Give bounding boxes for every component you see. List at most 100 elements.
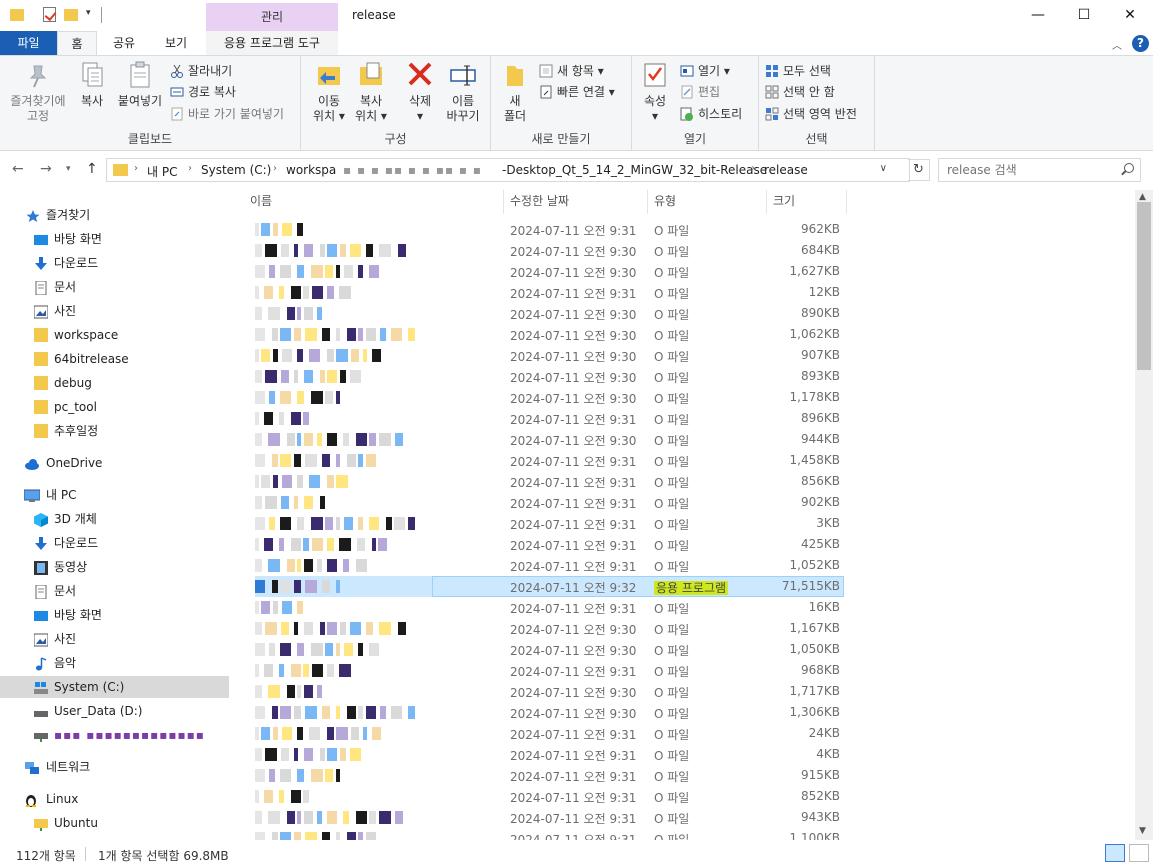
easy-access-button[interactable]: 빠른 연결 ▾: [539, 82, 615, 102]
new-folder-quick-icon[interactable]: [64, 9, 78, 21]
up-arrow-icon[interactable]: ↑: [86, 161, 98, 177]
nav-3d-objects[interactable]: 3D 개체: [0, 508, 232, 530]
table-row[interactable]: 2024-07-11 오전 9:31 O 파일 4KB: [245, 744, 1133, 765]
table-row[interactable]: 2024-07-11 오전 9:30 O 파일 893KB: [245, 366, 1133, 387]
search-input[interactable]: [939, 159, 1109, 181]
column-date[interactable]: 수정한 날짜: [510, 192, 569, 209]
nav-pc-tool[interactable]: pc_tool: [0, 396, 232, 418]
table-row[interactable]: 2024-07-11 오전 9:31 O 파일 16KB: [245, 597, 1133, 618]
new-folder-button[interactable]: 새 폴더: [497, 60, 533, 124]
nav-redacted-drive[interactable]: ▪▪▪ ▪▪▪▪▪▪▪▪▪▪▪▪▪: [0, 724, 232, 746]
nav-64bitrelease[interactable]: 64bitrelease: [0, 348, 232, 370]
nav-network[interactable]: 네트워크: [0, 756, 232, 778]
table-row[interactable]: 2024-07-11 오전 9:31 O 파일 856KB: [245, 471, 1133, 492]
scroll-up-icon[interactable]: ▲: [1139, 192, 1146, 202]
history-button[interactable]: 히스토리: [680, 104, 742, 124]
nav-onedrive[interactable]: OneDrive: [0, 452, 232, 474]
properties-quick-icon[interactable]: [43, 7, 56, 22]
nav-quick-access[interactable]: 즐겨찾기: [0, 204, 232, 226]
address-bar[interactable]: › 내 PC › System (C:) › workspa ▪ ▪ ▪ ▪▪ …: [106, 158, 910, 182]
invert-selection-button[interactable]: 선택 영역 반전: [765, 104, 857, 124]
table-row[interactable]: 2024-07-11 오전 9:31 O 파일 896KB: [245, 408, 1133, 429]
delete-button[interactable]: 삭제 ▾: [401, 60, 439, 124]
select-all-button[interactable]: 모두 선택: [765, 61, 831, 81]
table-row[interactable]: 2024-07-11 오전 9:31 O 파일 425KB: [245, 534, 1133, 555]
breadcrumb-system-c[interactable]: System (C:): [201, 163, 271, 177]
nav-documents[interactable]: 문서: [0, 276, 232, 298]
column-size[interactable]: 크기: [773, 192, 795, 209]
nav-linux[interactable]: Linux: [0, 788, 232, 810]
table-row[interactable]: 2024-07-11 오전 9:31 O 파일 1,100KB: [245, 828, 1133, 840]
help-icon[interactable]: ?: [1132, 35, 1149, 52]
details-view-icon[interactable]: [1105, 844, 1125, 862]
scrollbar-thumb[interactable]: [1137, 202, 1151, 370]
minimize-button[interactable]: —: [1015, 0, 1061, 31]
properties-button[interactable]: 속성 ▾: [638, 60, 672, 124]
vertical-scrollbar[interactable]: ▲ ▼: [1135, 190, 1153, 840]
rename-button[interactable]: 이름 바꾸기: [443, 60, 483, 124]
table-row[interactable]: 2024-07-11 오전 9:30 O 파일 890KB: [245, 303, 1133, 324]
tab-home[interactable]: 홈: [57, 31, 97, 55]
scroll-down-icon[interactable]: ▼: [1139, 826, 1146, 836]
customize-qat-chevron-icon[interactable]: ▾: [86, 8, 91, 26]
search-box[interactable]: [938, 158, 1141, 182]
nav-pictures[interactable]: 사진: [0, 300, 232, 322]
breadcrumb-this-pc[interactable]: 내 PC: [147, 163, 177, 180]
nav-music[interactable]: 음악: [0, 652, 232, 674]
table-row[interactable]: 2024-07-11 오전 9:31 O 파일 915KB: [245, 765, 1133, 786]
copy-path-button[interactable]: 경로 복사: [170, 82, 236, 102]
breadcrumb-release[interactable]: release: [764, 163, 808, 177]
table-row[interactable]: 2024-07-11 오전 9:30 O 파일 1,062KB: [245, 324, 1133, 345]
breadcrumb-workspace[interactable]: workspa: [286, 163, 336, 177]
back-arrow-icon[interactable]: ←: [12, 161, 24, 177]
table-row[interactable]: 2024-07-11 오전 9:31 O 파일 24KB: [245, 723, 1133, 744]
nav-pc-pictures[interactable]: 사진: [0, 628, 232, 650]
paste-shortcut-button[interactable]: 바로 가기 붙여넣기: [170, 104, 284, 124]
pin-quick-access-button[interactable]: 즐겨찾기에 고정: [4, 60, 72, 124]
table-row[interactable]: 2024-07-11 오전 9:31 O 파일 3KB: [245, 513, 1133, 534]
new-item-button[interactable]: 새 항목 ▾: [539, 61, 604, 81]
table-row[interactable]: 2024-07-11 오전 9:31 O 파일 12KB: [245, 282, 1133, 303]
table-row[interactable]: 2024-07-11 오전 9:30 O 파일 1,717KB: [245, 681, 1133, 702]
tab-file[interactable]: 파일: [0, 31, 57, 55]
nav-pc-desktop[interactable]: 바탕 화면: [0, 604, 232, 626]
table-row[interactable]: 2024-07-11 오전 9:31 O 파일 943KB: [245, 807, 1133, 828]
table-row[interactable]: 2024-07-11 오전 9:31 O 파일 1,052KB: [245, 555, 1133, 576]
copy-to-button[interactable]: 복사 위치 ▾: [351, 60, 391, 124]
close-button[interactable]: ✕: [1107, 0, 1153, 31]
table-row[interactable]: 2024-07-11 오전 9:30 O 파일 1,306KB: [245, 702, 1133, 723]
nav-workspace[interactable]: workspace: [0, 324, 232, 346]
nav-downloads[interactable]: 다운로드: [0, 252, 232, 274]
recent-chevron-icon[interactable]: ▾: [66, 164, 71, 174]
column-name[interactable]: 이름: [250, 192, 272, 209]
table-row[interactable]: 2024-07-11 오전 9:31 O 파일 962KB: [245, 219, 1133, 240]
large-icons-view-icon[interactable]: [1129, 844, 1149, 862]
open-button[interactable]: 열기 ▾: [680, 61, 730, 81]
column-type[interactable]: 유형: [654, 192, 676, 209]
table-row[interactable]: 2024-07-11 오전 9:30 O 파일 907KB: [245, 345, 1133, 366]
table-row[interactable]: 2024-07-11 오전 9:30 O 파일 1,050KB: [245, 639, 1133, 660]
nav-schedule[interactable]: 추후일정: [0, 420, 232, 442]
nav-ubuntu[interactable]: Ubuntu: [0, 812, 232, 834]
paste-button[interactable]: 붙여넣기: [114, 60, 166, 109]
table-row[interactable]: 2024-07-11 오전 9:30 O 파일 1,627KB: [245, 261, 1133, 282]
table-row[interactable]: 2024-07-11 오전 9:31 O 파일 1,458KB: [245, 450, 1133, 471]
table-row-selected[interactable]: 2024-07-11 오전 9:32 응용 프로그램 71,515KB: [245, 576, 1133, 597]
table-row[interactable]: 2024-07-11 오전 9:31 O 파일 968KB: [245, 660, 1133, 681]
table-row[interactable]: 2024-07-11 오전 9:30 O 파일 1,167KB: [245, 618, 1133, 639]
collapse-ribbon-icon[interactable]: ︿: [1112, 37, 1122, 52]
table-row[interactable]: 2024-07-11 오전 9:31 O 파일 902KB: [245, 492, 1133, 513]
nav-debug[interactable]: debug: [0, 372, 232, 394]
address-dropdown-icon[interactable]: ∨: [880, 163, 887, 174]
table-row[interactable]: 2024-07-11 오전 9:30 O 파일 944KB: [245, 429, 1133, 450]
select-none-button[interactable]: 선택 안 함: [765, 82, 835, 102]
nav-desktop[interactable]: 바탕 화면: [0, 228, 232, 250]
copy-button[interactable]: 복사: [74, 60, 110, 109]
nav-pc-documents[interactable]: 문서: [0, 580, 232, 602]
nav-this-pc[interactable]: 내 PC: [0, 484, 232, 506]
breadcrumb-build-folder[interactable]: -Desktop_Qt_5_14_2_MinGW_32_bit-Release: [502, 163, 767, 177]
search-icon[interactable]: [1124, 163, 1134, 173]
nav-system-c[interactable]: System (C:): [0, 676, 229, 698]
nav-videos[interactable]: 동영상: [0, 556, 232, 578]
tab-app-tools[interactable]: 응용 프로그램 도구: [206, 31, 338, 55]
